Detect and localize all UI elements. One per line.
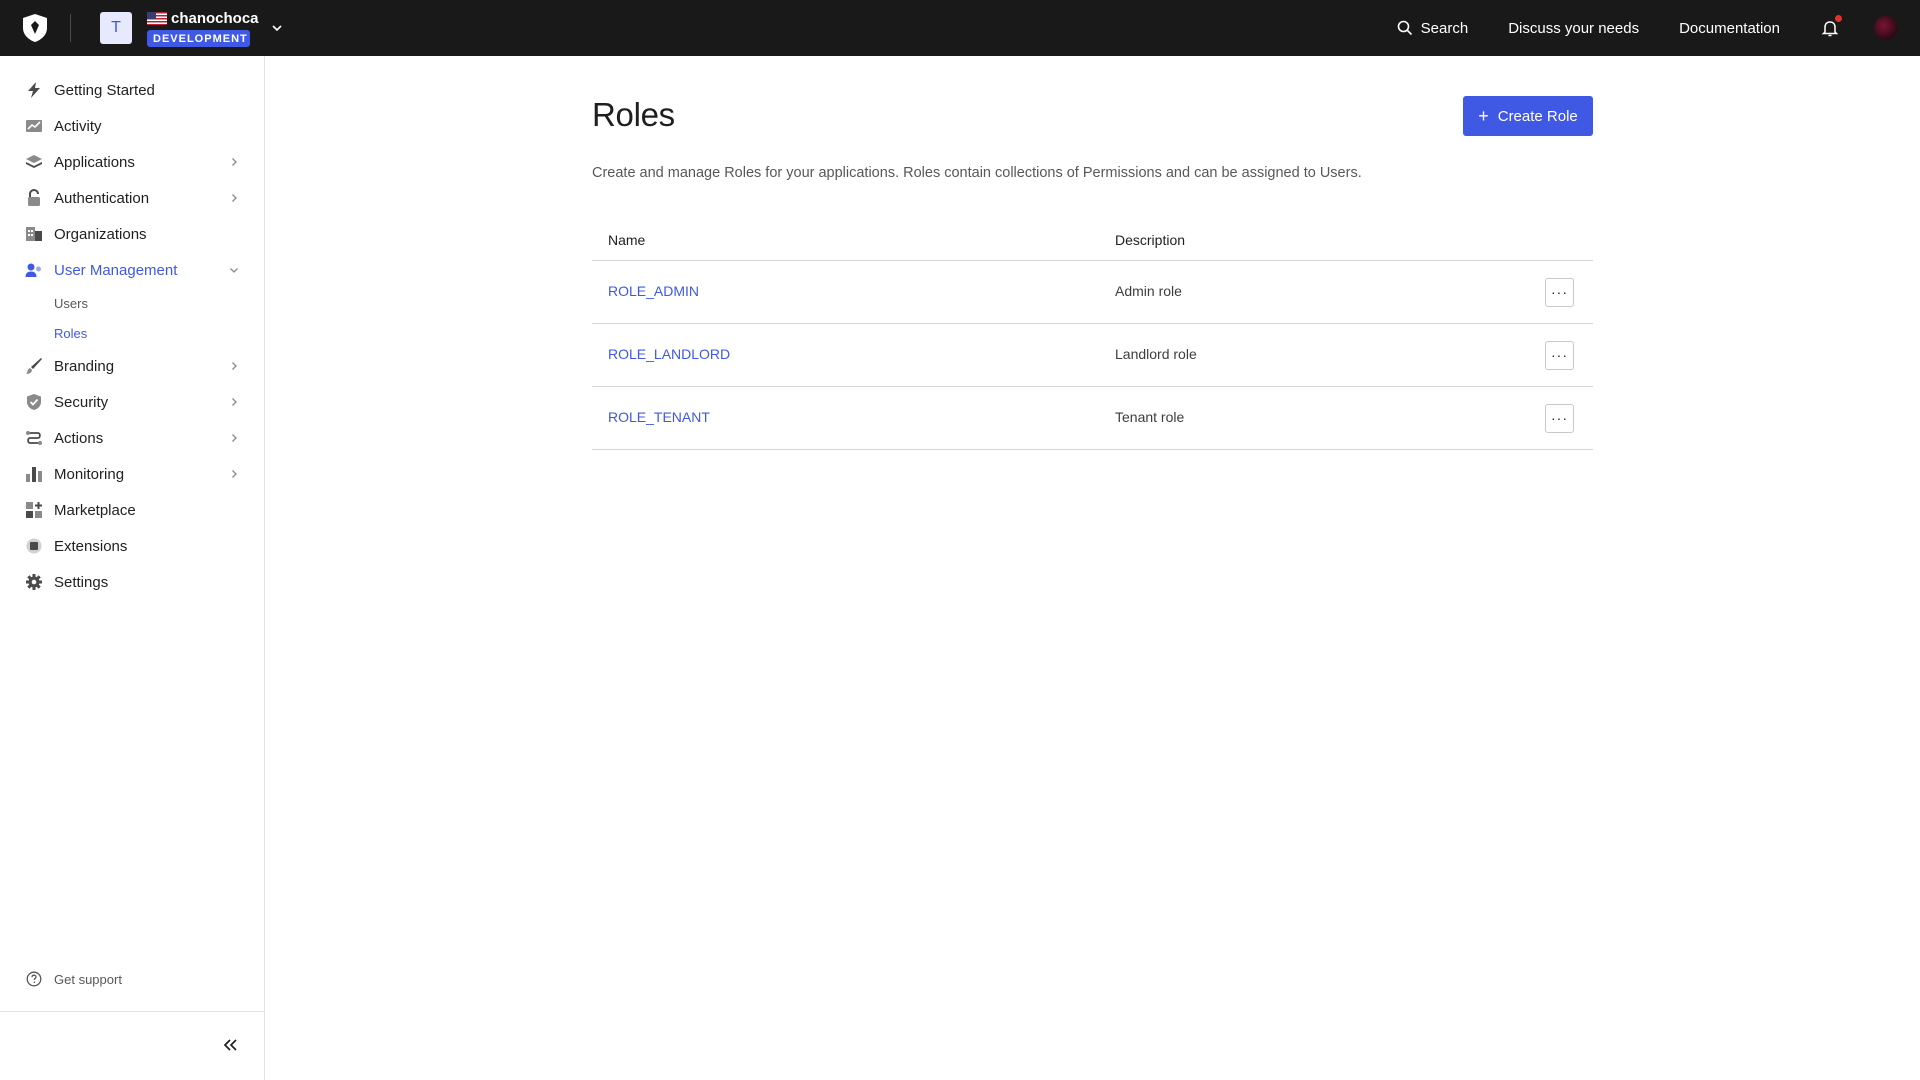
more-options-button[interactable]: ··· <box>1545 277 1574 307</box>
shield-check-icon <box>25 393 43 411</box>
more-options-button[interactable]: ··· <box>1545 403 1574 433</box>
top-nav: Search Discuss your needs Documentation <box>1357 0 1920 56</box>
topbar-divider <box>70 14 71 42</box>
column-header-name: Name <box>608 232 646 248</box>
user-avatar[interactable] <box>1874 16 1898 40</box>
sidebar-item-extensions[interactable]: Extensions <box>0 528 264 564</box>
sidebar-item-getting-started[interactable]: Getting Started <box>0 72 264 108</box>
sidebar-item-activity[interactable]: Activity <box>0 108 264 144</box>
search-button[interactable]: Search <box>1397 19 1469 37</box>
sidebar-item-applications[interactable]: Applications <box>0 144 264 180</box>
lock-icon <box>25 189 43 207</box>
notifications-button[interactable] <box>1820 15 1842 38</box>
activity-chart-icon <box>25 117 43 135</box>
brush-icon <box>25 357 43 375</box>
flow-icon <box>25 429 43 447</box>
logo-icon[interactable] <box>0 0 70 56</box>
collapse-sidebar-icon[interactable] <box>221 1036 239 1054</box>
chevron-down-icon <box>271 25 282 32</box>
building-icon <box>25 225 43 243</box>
more-options-button[interactable]: ··· <box>1545 340 1574 370</box>
bar-chart-icon <box>25 465 43 483</box>
role-name-link[interactable]: ROLE_ADMIN <box>608 283 699 299</box>
role-name-link[interactable]: ROLE_TENANT <box>608 409 710 425</box>
shield-logo-icon <box>23 14 47 42</box>
sidebar-item-label: Activity <box>54 117 102 135</box>
sidebar-item-label: Applications <box>54 153 135 171</box>
sidebar-item-label: Actions <box>54 429 104 447</box>
sidebar-item-label: Extensions <box>54 537 128 555</box>
plus-icon: + <box>1478 106 1489 126</box>
chevron-down-icon <box>230 268 238 273</box>
sidebar-item-branding[interactable]: Branding <box>0 348 264 384</box>
chevron-right-icon <box>232 158 237 166</box>
create-role-label: Create Role <box>1497 107 1578 125</box>
sidebar-item-settings[interactable]: Settings <box>0 564 264 600</box>
top-bar: T chanochoca DEVELOPMENT Search Discuss … <box>0 0 1920 56</box>
sidebar-item-security[interactable]: Security <box>0 384 264 420</box>
grid-plus-icon <box>25 501 43 519</box>
chevron-right-icon <box>232 398 237 406</box>
chevron-right-icon <box>232 470 237 478</box>
search-icon <box>1397 20 1412 36</box>
sidebar-footer <box>0 1011 265 1080</box>
tenant-avatar: T <box>100 12 132 44</box>
documentation-link[interactable]: Documentation <box>1679 20 1780 37</box>
sidebar-item-authentication[interactable]: Authentication <box>0 180 264 216</box>
sidebar-item-label: Marketplace <box>54 501 136 519</box>
sidebar-item-label: Getting Started <box>54 81 155 99</box>
help-circle-icon <box>26 971 42 987</box>
lightning-icon <box>25 81 43 99</box>
sidebar-item-label: Organizations <box>54 225 147 243</box>
get-support-label: Get support <box>54 971 122 987</box>
tenant-name: chanochoca <box>171 10 259 27</box>
sidebar-item-marketplace[interactable]: Marketplace <box>0 492 264 528</box>
sidebar-item-label: Security <box>54 393 109 411</box>
create-role-button[interactable]: + Create Role <box>1463 96 1593 136</box>
roles-table: Name Description ROLE_ADMIN Admin role ·… <box>592 220 1593 450</box>
column-header-description: Description <box>1115 232 1186 248</box>
users-icon <box>25 261 43 279</box>
notification-dot <box>1835 15 1842 22</box>
sidebar-subitem-roles[interactable]: Roles <box>0 318 264 348</box>
sidebar-item-label: User Management <box>54 261 178 279</box>
chevron-right-icon <box>232 434 237 442</box>
table-row: ROLE_TENANT Tenant role ··· <box>592 387 1593 450</box>
sidebar-nav: Getting Started Activity Applications Au… <box>0 56 264 600</box>
role-name-link[interactable]: ROLE_LANDLORD <box>608 346 730 362</box>
sidebar-item-label: Authentication <box>54 189 150 207</box>
sidebar-item-label: Branding <box>54 357 115 375</box>
main-content: Roles + Create Role Create and manage Ro… <box>592 56 1593 450</box>
sidebar-subitem-users[interactable]: Users <box>0 288 264 318</box>
sidebar-item-monitoring[interactable]: Monitoring <box>0 456 264 492</box>
sidebar: Getting Started Activity Applications Au… <box>0 56 265 1080</box>
sidebar-item-user-management[interactable]: User Management <box>0 252 264 288</box>
table-row: ROLE_ADMIN Admin role ··· <box>592 261 1593 324</box>
sidebar-item-actions[interactable]: Actions <box>0 420 264 456</box>
chip-icon <box>25 537 43 555</box>
role-description: Tenant role <box>1115 409 1185 425</box>
role-description: Admin role <box>1115 283 1182 299</box>
page-header: Roles + Create Role <box>592 56 1593 165</box>
table-header: Name Description <box>592 220 1593 261</box>
role-description: Landlord role <box>1115 346 1197 362</box>
layers-icon <box>25 153 43 171</box>
us-flag-icon <box>147 12 167 25</box>
page-title: Roles <box>592 96 675 133</box>
sidebar-item-label: Monitoring <box>54 465 125 483</box>
environment-badge: DEVELOPMENT <box>147 29 250 47</box>
tenant-switcher[interactable]: T chanochoca DEVELOPMENT <box>100 0 283 56</box>
get-support-link[interactable]: Get support <box>26 971 122 987</box>
chevron-right-icon <box>232 194 237 202</box>
chevron-right-icon <box>232 362 237 370</box>
gear-icon <box>25 573 43 591</box>
discuss-needs-link[interactable]: Discuss your needs <box>1508 20 1639 37</box>
sidebar-item-organizations[interactable]: Organizations <box>0 216 264 252</box>
search-label: Search <box>1420 19 1469 37</box>
sidebar-item-label: Settings <box>54 573 109 591</box>
table-row: ROLE_LANDLORD Landlord role ··· <box>592 324 1593 387</box>
page-description: Create and manage Roles for your applica… <box>592 165 1362 181</box>
